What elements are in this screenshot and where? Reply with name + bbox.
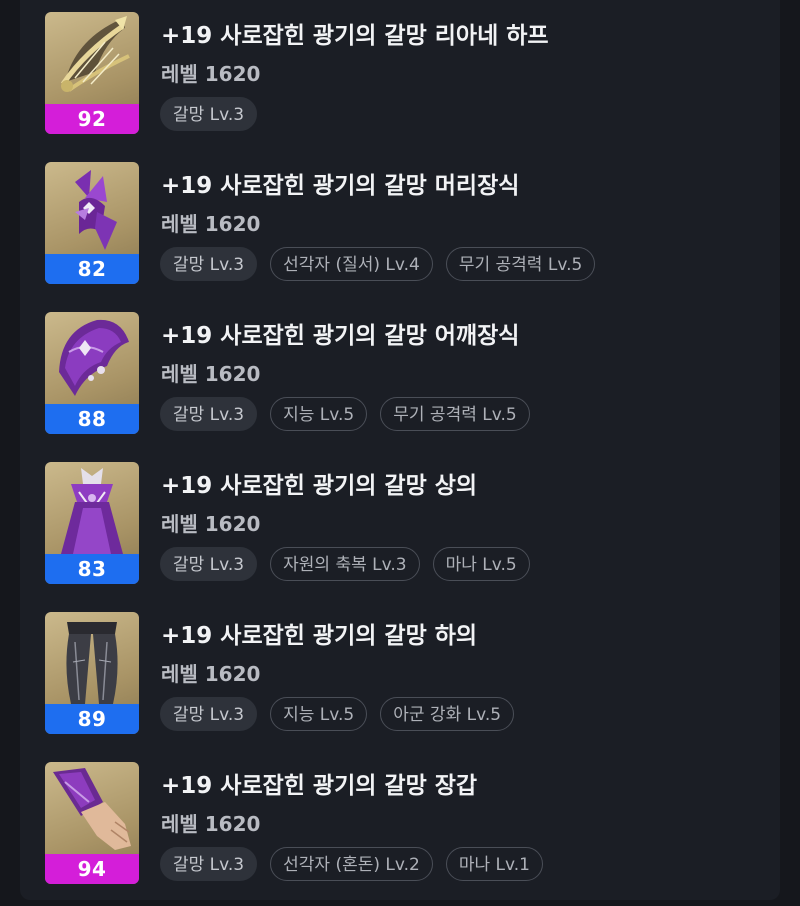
engraving-tag: 선각자 (혼돈) Lv.2 (270, 847, 433, 881)
equipment-panel: 92 +19 사로잡힌 광기의 갈망 리아네 하프 레벨 1620 갈망 Lv.… (20, 0, 780, 900)
item-name: +19 사로잡힌 광기의 갈망 어깨장식 (161, 323, 520, 349)
item-name: +19 사로잡힌 광기의 갈망 리아네 하프 (161, 23, 549, 49)
item-name: +19 사로잡힌 광기의 갈망 상의 (161, 473, 478, 499)
gloves-icon (53, 768, 131, 850)
engraving-tag: 마나 Lv.1 (445, 847, 543, 881)
engraving-tag: 지능 Lv.5 (270, 697, 368, 731)
item-thumbnail: 94 (45, 762, 139, 884)
item-level: 레벨 1620 (161, 62, 261, 86)
equipment-item-gloves[interactable]: 94 +19 사로잡힌 광기의 갈망 장갑 레벨 1620 갈망 Lv.3 선각… (45, 762, 765, 886)
item-level: 레벨 1620 (161, 512, 261, 536)
engraving-tag: 갈망 Lv.3 (160, 697, 258, 731)
quality-badge: 94 (45, 854, 139, 884)
engraving-tags: 갈망 Lv.3 지능 Lv.5 아군 강화 Lv.5 (160, 697, 515, 731)
engraving-tag: 갈망 Lv.3 (160, 247, 258, 281)
engraving-tag: 갈망 Lv.3 (160, 97, 258, 131)
engraving-tags: 갈망 Lv.3 선각자 (혼돈) Lv.2 마나 Lv.1 (160, 847, 543, 881)
engraving-tag: 무기 공격력 Lv.5 (445, 247, 596, 281)
item-level: 레벨 1620 (161, 212, 261, 236)
chest-armor-icon (61, 468, 123, 554)
quality-badge: 83 (45, 554, 139, 584)
quality-badge: 92 (45, 104, 139, 134)
engraving-tag: 갈망 Lv.3 (160, 397, 258, 431)
engraving-tag: 지능 Lv.5 (270, 397, 368, 431)
item-thumbnail: 92 (45, 12, 139, 134)
item-thumbnail: 88 (45, 312, 139, 434)
headpiece-icon (75, 170, 117, 250)
item-name: +19 사로잡힌 광기의 갈망 하의 (161, 623, 478, 649)
engraving-tag: 마나 Lv.5 (432, 547, 530, 581)
engraving-tag: 아군 강화 Lv.5 (380, 697, 515, 731)
engraving-tags: 갈망 Lv.3 지능 Lv.5 무기 공격력 Lv.5 (160, 397, 530, 431)
item-level: 레벨 1620 (161, 362, 261, 386)
equipment-item-weapon[interactable]: 92 +19 사로잡힌 광기의 갈망 리아네 하프 레벨 1620 갈망 Lv.… (45, 12, 765, 136)
quality-badge: 82 (45, 254, 139, 284)
pants-icon (66, 622, 118, 704)
engraving-tags: 갈망 Lv.3 (160, 97, 258, 131)
engraving-tag: 갈망 Lv.3 (160, 547, 258, 581)
item-name: +19 사로잡힌 광기의 갈망 머리장식 (161, 173, 520, 199)
equipment-item-shoulder[interactable]: 88 +19 사로잡힌 광기의 갈망 어깨장식 레벨 1620 갈망 Lv.3 … (45, 312, 765, 436)
equipment-item-pants[interactable]: 89 +19 사로잡힌 광기의 갈망 하의 레벨 1620 갈망 Lv.3 지능… (45, 612, 765, 736)
item-thumbnail: 89 (45, 612, 139, 734)
engraving-tag: 자원의 축복 Lv.3 (270, 547, 420, 581)
quality-badge: 88 (45, 404, 139, 434)
engraving-tag: 갈망 Lv.3 (160, 847, 258, 881)
item-thumbnail: 83 (45, 462, 139, 584)
shoulder-icon (59, 319, 129, 396)
item-name: +19 사로잡힌 광기의 갈망 장갑 (161, 773, 478, 799)
equipment-item-head[interactable]: 82 +19 사로잡힌 광기의 갈망 머리장식 레벨 1620 갈망 Lv.3 … (45, 162, 765, 286)
quality-badge: 89 (45, 704, 139, 734)
engraving-tag: 선각자 (질서) Lv.4 (270, 247, 433, 281)
item-thumbnail: 82 (45, 162, 139, 284)
harp-icon (60, 16, 130, 92)
engraving-tags: 갈망 Lv.3 선각자 (질서) Lv.4 무기 공격력 Lv.5 (160, 247, 596, 281)
equipment-item-chest[interactable]: 83 +19 사로잡힌 광기의 갈망 상의 레벨 1620 갈망 Lv.3 자원… (45, 462, 765, 586)
item-level: 레벨 1620 (161, 812, 261, 836)
engraving-tags: 갈망 Lv.3 자원의 축복 Lv.3 마나 Lv.5 (160, 547, 530, 581)
item-level: 레벨 1620 (161, 662, 261, 686)
engraving-tag: 무기 공격력 Lv.5 (380, 397, 530, 431)
